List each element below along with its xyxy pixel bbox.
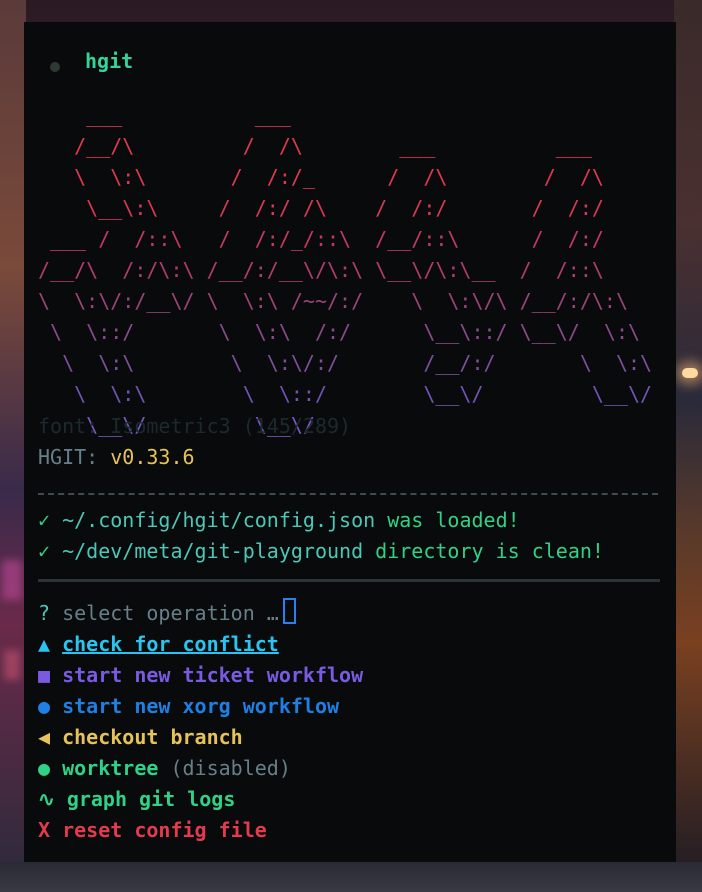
divider xyxy=(38,579,660,582)
prompt-text: select operation … xyxy=(62,601,279,625)
neon-glow xyxy=(4,650,20,680)
menu-item-worktree[interactable]: ● worktree (disabled) xyxy=(38,753,291,784)
menu-item-checkout-branch[interactable]: ◀ checkout branch xyxy=(38,722,243,753)
banner-line: \__\:\ / /:/ /\ / /:/ / /:/ xyxy=(38,196,604,220)
menu-item-xorg-workflow[interactable]: ● start new xorg workflow xyxy=(38,691,339,722)
prompt-line[interactable]: ? select operation … xyxy=(38,598,296,629)
circle-icon: ● xyxy=(38,694,51,718)
status-text: was loaded! xyxy=(387,508,520,532)
ascii-banner: ___ ___ /__/\ / /\ ___ ___ \ \:\ / /:/_ … xyxy=(38,100,652,441)
banner-line: /__/\ /:/\:\ /__/:/__\/\:\ \__\/\:\__ / … xyxy=(38,258,604,282)
disabled-note: (disabled) xyxy=(170,756,291,780)
x-icon: X xyxy=(38,818,51,842)
check-icon: ✓ xyxy=(38,508,51,532)
version-value: v0.33.6 xyxy=(110,445,195,469)
banner-line: \ \:\/:/__\/ \ \:\ /~~/:/ \ \:\/\ /__/:/… xyxy=(38,289,629,313)
street-lamp xyxy=(682,368,698,378)
question-icon: ? xyxy=(38,601,51,625)
wave-icon: ∿ xyxy=(38,787,55,811)
menu-item-label: graph git logs xyxy=(66,787,236,811)
menu-item-label: worktree xyxy=(62,756,159,780)
banner-line: ___ ___ xyxy=(38,103,291,127)
triangle-icon: ▲ xyxy=(38,632,51,656)
banner-line: \ \:\ \ \::/ \__\/ \__\/ xyxy=(38,382,653,406)
version-label: HGIT: xyxy=(38,445,99,469)
left-arrow-icon: ◀ xyxy=(38,725,51,749)
wallpaper-bottom xyxy=(0,862,702,892)
terminal-window[interactable]: hgit ___ ___ /__/\ / /\ ___ ___ \ \:\ / … xyxy=(24,22,676,862)
status-text: directory is clean! xyxy=(375,539,604,563)
dot-icon: ● xyxy=(38,756,51,780)
menu-item-label: start new xorg workflow xyxy=(62,694,340,718)
menu-item-check-conflict[interactable]: ▲ check for conflict xyxy=(38,629,279,660)
wallpaper-right xyxy=(674,0,702,892)
text-cursor xyxy=(282,598,296,624)
status-dot-icon xyxy=(50,62,60,72)
status-path: ~/dev/meta/git-playground xyxy=(62,539,364,563)
menu-item-label: check for conflict xyxy=(62,632,279,656)
banner-line: ___ / /::\ / /:/_/::\ /__/::\ / /:/ xyxy=(38,227,604,251)
status-path: ~/.config/hgit/config.json xyxy=(62,508,376,532)
check-icon: ✓ xyxy=(38,539,51,563)
menu-item-label: reset config file xyxy=(62,818,267,842)
square-icon: ■ xyxy=(38,663,51,687)
menu-item-reset-config[interactable]: X reset config file xyxy=(38,815,267,846)
menu-item-ticket-workflow[interactable]: ■ start new ticket workflow xyxy=(38,660,363,691)
window-title: hgit xyxy=(85,49,134,73)
font-info: font: Isometric3 (145/289) xyxy=(38,414,352,438)
status-line: ✓ ~/dev/meta/git-playground directory is… xyxy=(38,536,604,567)
menu-item-label: start new ticket workflow xyxy=(62,663,364,687)
menu-item-graph-logs[interactable]: ∿ graph git logs xyxy=(38,784,235,815)
banner-line: \ \:\ \ \:\/:/ /__/:/ \ \:\ xyxy=(38,351,653,375)
banner-line: \ \:\ / /:/_ / /\ / /\ xyxy=(38,165,604,189)
neon-glow xyxy=(2,560,22,600)
banner-line: /__/\ / /\ ___ ___ xyxy=(38,134,592,158)
status-line: ✓ ~/.config/hgit/config.json was loaded! xyxy=(38,505,520,536)
menu-item-label: checkout branch xyxy=(62,725,243,749)
dashed-divider xyxy=(38,493,658,495)
wallpaper-left xyxy=(0,0,26,892)
version-line: HGIT: v0.33.6 xyxy=(38,442,195,473)
banner-line: \ \::/ \ \:\ /:/ \__\::/ \__\/ \:\ xyxy=(38,320,641,344)
